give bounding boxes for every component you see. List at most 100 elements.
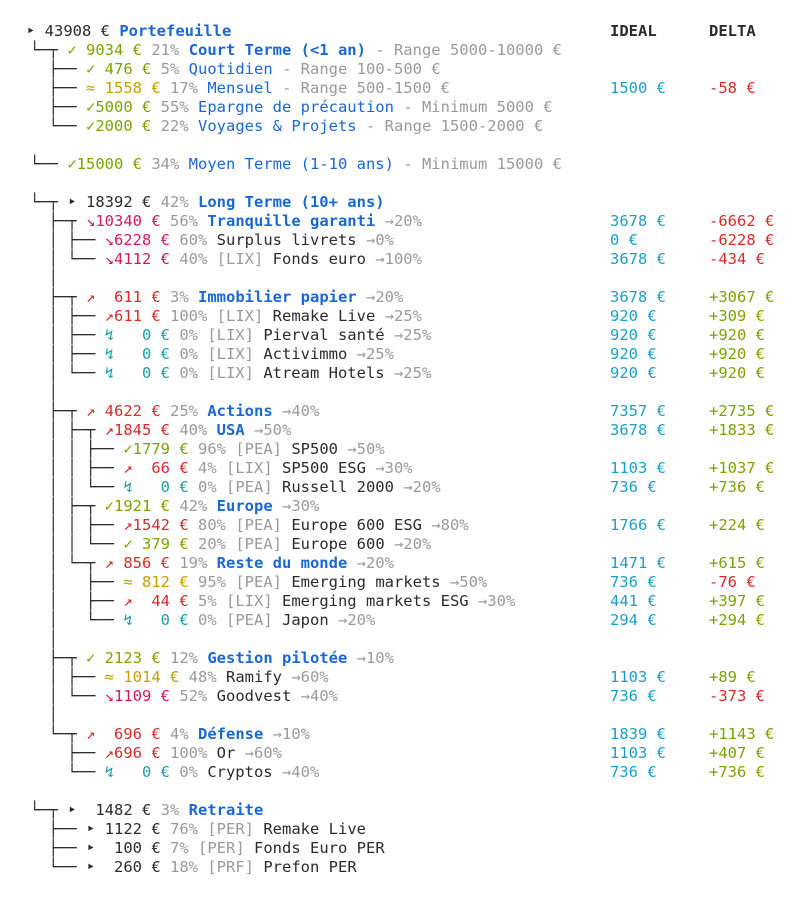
status-icon: ↯: [123, 611, 161, 629]
tree-connector: │: [30, 269, 58, 287]
status-icon: ↯: [104, 326, 142, 344]
amount: 379 €: [142, 535, 189, 553]
percentage: 4%: [188, 459, 217, 477]
status-icon: ↘: [104, 250, 114, 268]
delta-value: +3067 €: [709, 288, 775, 306]
tree-connector: │ │ ├──: [30, 516, 124, 534]
delta-value: +920 €: [709, 326, 765, 344]
percentage: 0%: [188, 611, 217, 629]
row-target: - Range 100-500 €: [272, 60, 441, 78]
tree-connector: └──: [30, 763, 105, 781]
ideal-header: IDEAL: [610, 22, 657, 40]
percentage: 42%: [170, 497, 208, 515]
row-label: Tranquille garanti: [198, 212, 376, 230]
row-label: Actions: [198, 402, 273, 420]
row-label: Fonds Euro PER: [244, 839, 385, 857]
percentage: 17%: [160, 79, 198, 97]
account-tag: [PEA]: [226, 440, 282, 458]
row-target: →40%: [272, 763, 320, 781]
ideal-value: 1500 €: [610, 79, 666, 97]
account-tag: [LIX]: [197, 364, 254, 382]
delta-value: -6228 €: [709, 231, 775, 249]
row-label: Prefon PER: [254, 858, 357, 876]
status-icon: ↘: [104, 687, 114, 705]
row-content: │ ├── ↗ 44 € 5% [LIX] Emerging markets E…: [30, 592, 516, 611]
row-target: →0%: [356, 231, 394, 249]
row-target: →30%: [365, 459, 413, 477]
row-content: │ ├── ↗611 € 100% [LIX] Remake Live →25%: [30, 307, 422, 326]
row-content: └── ‣ 260 € 18% [PRF] Prefon PER: [30, 858, 357, 877]
ideal-value: 3678 €: [610, 288, 666, 306]
row-label: Ramify: [216, 668, 282, 686]
tree-connector: ├──: [30, 839, 86, 857]
account-tag: [PRF]: [198, 858, 254, 876]
percentage: 48%: [179, 668, 217, 686]
amount: 15000 €: [76, 155, 142, 173]
amount: 260 €: [114, 858, 161, 876]
delta-header: DELTA: [709, 22, 756, 40]
row-content: ├─┬ ✓ 2123 € 12% Gestion pilotée →10%: [30, 649, 394, 668]
row-content: │ └── ↯ 0 € 0% [PEA] Japon →20%: [30, 611, 376, 630]
percentage: 95%: [188, 573, 226, 591]
row-content: ├─┬ ↘10340 € 56% Tranquille garanti →20%: [30, 212, 422, 231]
amount: 0 €: [160, 611, 189, 629]
status-icon: ‣: [67, 193, 86, 211]
amount: 6228 €: [114, 231, 170, 249]
amount: 1779 €: [132, 440, 189, 458]
delta-value: +407 €: [709, 744, 765, 762]
delta-value: +736 €: [709, 478, 765, 496]
delta-value: -76 €: [709, 573, 756, 591]
percentage: 100%: [160, 307, 208, 325]
row-label: Goodvest: [207, 687, 292, 705]
row-content: └─┬ ‣ 18392 € 42% Long Terme (10+ ans): [30, 193, 385, 212]
percentage: 100%: [160, 744, 208, 762]
row-target: →40%: [291, 687, 338, 705]
row-target: →25%: [384, 364, 432, 382]
row-target: →50%: [338, 440, 385, 458]
percentage: 3%: [160, 288, 189, 306]
account-tag: [PEA]: [226, 573, 282, 591]
status-icon: ✓: [104, 497, 114, 515]
row-label: Long Terme (10+ ans): [188, 193, 385, 211]
amount: 18392 €: [86, 193, 152, 211]
tree-connector: │ └──: [30, 687, 105, 705]
percentage: 25%: [160, 402, 198, 420]
account-tag: [LIX]: [207, 307, 264, 325]
row-content: └─┬ ✓ 9034 € 21% Court Terme (<1 an) - R…: [30, 41, 562, 60]
row-label: Cryptos: [197, 763, 273, 781]
amount: 100 €: [114, 839, 161, 857]
row-content: ├─┬ ↗ 611 € 3% Immobilier papier →20%: [30, 288, 404, 307]
ideal-value: 1103 €: [610, 744, 666, 762]
status-icon: ✓: [67, 41, 86, 59]
account-tag: [PEA]: [216, 478, 273, 496]
tree-connector: │ └──: [30, 611, 124, 629]
ideal-value: 920 €: [610, 307, 657, 325]
delta-value: +1833 €: [709, 421, 775, 439]
amount: 696 €: [114, 725, 161, 743]
status-icon: ✓: [67, 155, 77, 173]
tree-connector: │ ├──: [30, 326, 105, 344]
ideal-value: 736 €: [610, 687, 657, 705]
ideal-value: 3678 €: [610, 212, 666, 230]
amount: 0 €: [160, 478, 189, 496]
status-icon: ↗: [104, 554, 124, 572]
percentage: 52%: [170, 687, 208, 705]
delta-value: -58 €: [709, 79, 756, 97]
amount: 1921 €: [114, 497, 170, 515]
row-target: →100%: [365, 250, 422, 268]
tree-connector: ├──: [30, 820, 86, 838]
row-content: ├─┬ ↗ 4622 € 25% Actions →40%: [30, 402, 320, 421]
ideal-value: 3678 €: [610, 421, 666, 439]
row-label: Surplus livrets: [207, 231, 357, 249]
amount: 1122 €: [104, 820, 161, 838]
status-icon: ✓: [123, 535, 142, 553]
delta-value: -373 €: [709, 687, 765, 705]
row-label: Remake Live: [254, 820, 366, 838]
row-content: └── ↯ 0 € 0% Cryptos →40%: [30, 763, 319, 782]
tree-connector: │ ├──: [30, 668, 105, 686]
percentage: 7%: [160, 839, 189, 857]
row-label: Immobilier papier: [188, 288, 357, 306]
row-label: Europe 600 ESG: [282, 516, 422, 534]
ideal-value: 1103 €: [610, 459, 666, 477]
row-target: →10%: [263, 725, 310, 743]
